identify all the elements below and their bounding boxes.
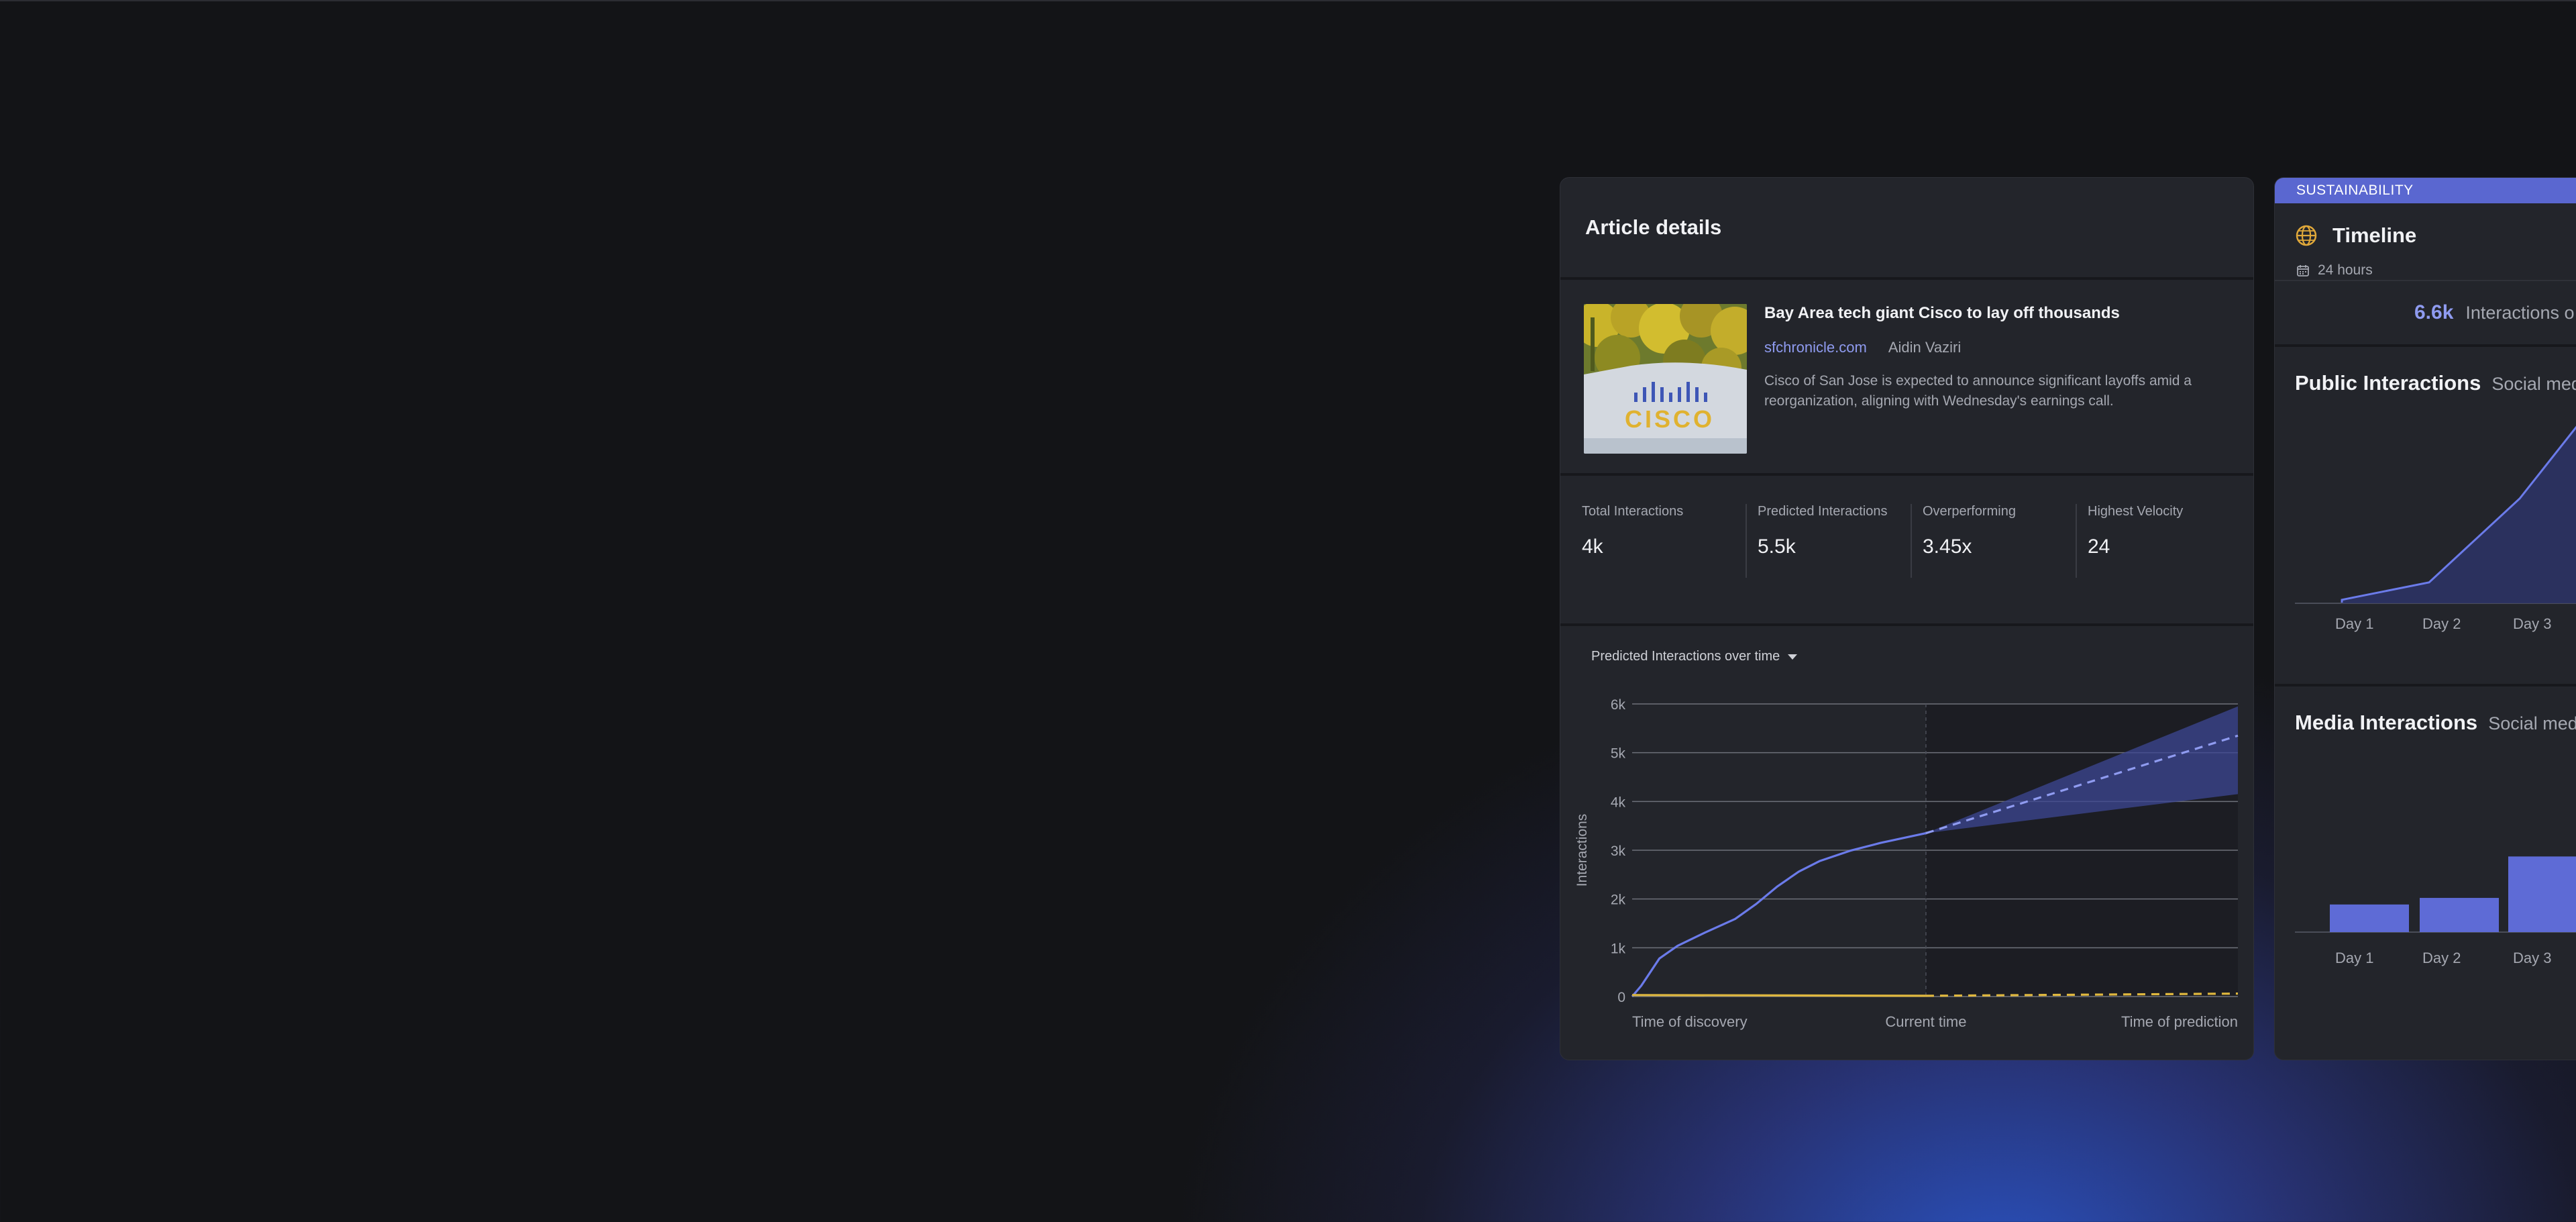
timeline-header: Timeline 24 hours <box>2275 203 2576 280</box>
stat-label: Overperforming <box>1923 504 2016 519</box>
globe-icon <box>2296 225 2317 246</box>
article-description: Cisco of San Jose is expected to announc… <box>1764 373 2192 409</box>
y-tick-label: 6k <box>1611 697 1626 713</box>
public-interactions-section: Public Interactions Social med Day 1 Day … <box>2275 347 2576 686</box>
stat-total-interactions: Total Interactions 4k <box>1580 504 1746 578</box>
summary-label: Interactions o <box>2465 302 2575 323</box>
stat-value: 24 <box>2088 536 2110 558</box>
x-tick-label: Time of discovery <box>1632 1013 1748 1030</box>
area-fill <box>2342 427 2576 603</box>
series-line <box>1631 994 1926 997</box>
article-author: Aidin Vaziri <box>1888 339 1962 356</box>
article-summary[interactable]: CISCO Bay Area tech giant Cisco to lay o… <box>1560 280 2253 476</box>
time-range-label[interactable]: 24 hours <box>2318 262 2373 278</box>
x-tick-label: Time of prediction <box>2121 1013 2238 1030</box>
x-tick-label: Current time <box>1885 1013 1966 1030</box>
y-tick-label: 0 <box>1617 990 1625 1005</box>
predicted-interactions-chart: 0 1k 2k 3k 4k 5k 6k Interactions Time of discove… <box>1574 697 2239 1030</box>
stats-row: Total Interactions 4k Predicted Interact… <box>1560 476 2253 626</box>
calendar-icon <box>2297 265 2309 276</box>
media-interactions-section: Media Interactions Social med Day 1 Day 2… <box>2275 686 2576 1026</box>
timeline-title: Timeline <box>2332 223 2417 247</box>
stat-value: 3.45x <box>1923 536 1972 558</box>
y-tick-label: 1k <box>1611 941 1626 956</box>
timeline-card: SUSTAINABILITY Timeline 24 hours 6.6k In… <box>2274 177 2576 1060</box>
article-meta: sfchronicle.com Aidin Vaziri <box>1764 339 1961 356</box>
stat-value: 5.5k <box>1758 536 1796 558</box>
bar <box>2420 898 2499 932</box>
article-details-card: Article details CISCO Bay Area tech gian… <box>1560 177 2254 1060</box>
stat-predicted-interactions: Predicted Interactions 5.5k <box>1746 504 1911 578</box>
stat-label: Highest Velocity <box>2088 504 2184 519</box>
x-tick-label: Day 2 <box>2422 615 2461 632</box>
stat-label: Predicted Interactions <box>1758 504 1888 519</box>
y-tick-label: 5k <box>1611 746 1626 762</box>
y-tick-label: 3k <box>1611 844 1626 859</box>
cisco-sign-image: CISCO <box>1584 304 1747 454</box>
public-interactions-chart <box>2295 425 2576 604</box>
bar <box>2508 856 2576 932</box>
category-tag: SUSTAINABILITY <box>2275 178 2576 203</box>
summary-value: 6.6k <box>2414 301 2454 323</box>
media-interactions-chart <box>2295 856 2576 933</box>
x-tick-label: Day 1 <box>2335 950 2374 966</box>
y-tick-label: 4k <box>1611 795 1626 810</box>
card-title: Article details <box>1585 215 1722 239</box>
card-header: Article details <box>1560 178 2253 280</box>
stat-label: Total Interactions <box>1582 504 1684 519</box>
y-axis-label: Interactions <box>1574 814 1590 887</box>
article-title[interactable]: Bay Area tech giant Cisco to lay off tho… <box>1764 304 2120 323</box>
stat-overperforming: Overperforming 3.45x <box>1911 504 2076 578</box>
x-tick-label: Day 3 <box>2513 950 2552 966</box>
series-line <box>1631 832 1927 998</box>
x-tick-label: Day 3 <box>2513 615 2552 632</box>
prediction-chart-area: Predicted Interactions over time 0 1k 2k 3k… <box>1560 626 2253 1056</box>
x-tick-label: Day 2 <box>2422 950 2461 966</box>
y-tick-label: 2k <box>1611 893 1626 908</box>
stat-value: 4k <box>1582 536 1603 558</box>
interactions-summary: 6.6k Interactions o <box>2275 280 2576 347</box>
bar <box>2330 904 2409 932</box>
stat-highest-velocity: Highest Velocity 24 <box>2076 504 2241 578</box>
article-source-link[interactable]: sfchronicle.com <box>1764 339 1867 356</box>
cisco-logo-text: CISCO <box>1625 405 1715 433</box>
x-tick-label: Day 1 <box>2335 615 2374 632</box>
article-thumbnail[interactable]: CISCO <box>1584 304 1747 454</box>
top-border <box>0 0 2576 1</box>
